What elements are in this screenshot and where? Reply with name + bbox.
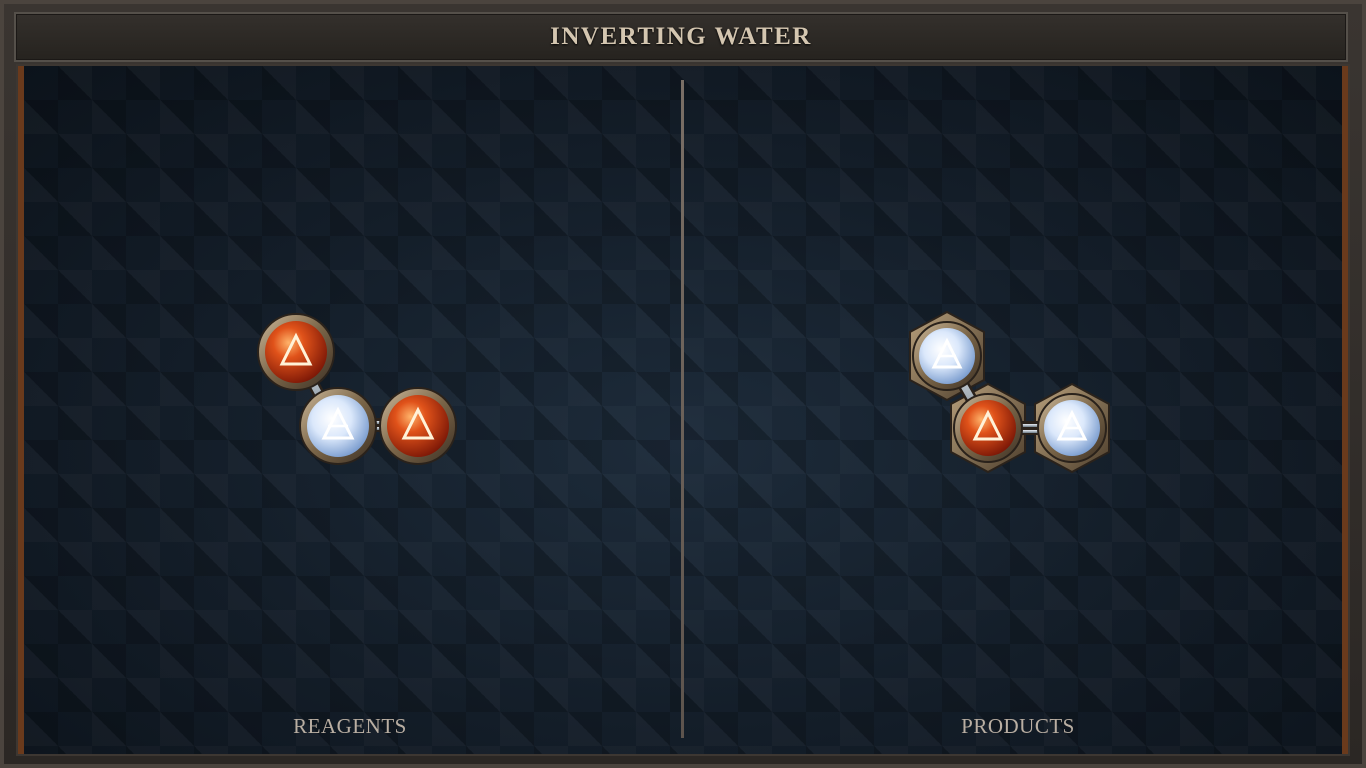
products-label: PRODUCTS xyxy=(961,714,1075,738)
page-title: INVERTING WATER xyxy=(550,23,812,50)
air-atom[interactable] xyxy=(1037,393,1107,463)
products-molecule xyxy=(909,310,1110,474)
reagents-molecule xyxy=(257,313,457,465)
panel-divider xyxy=(681,80,684,738)
fire-atom[interactable] xyxy=(379,387,457,465)
fire-atom[interactable] xyxy=(257,313,335,391)
title-bar: INVERTING WATER xyxy=(14,12,1348,62)
fire-atom[interactable] xyxy=(953,393,1023,463)
air-atom[interactable] xyxy=(299,387,377,465)
air-atom[interactable] xyxy=(912,321,982,391)
reagents-label: REAGENTS xyxy=(293,714,407,738)
